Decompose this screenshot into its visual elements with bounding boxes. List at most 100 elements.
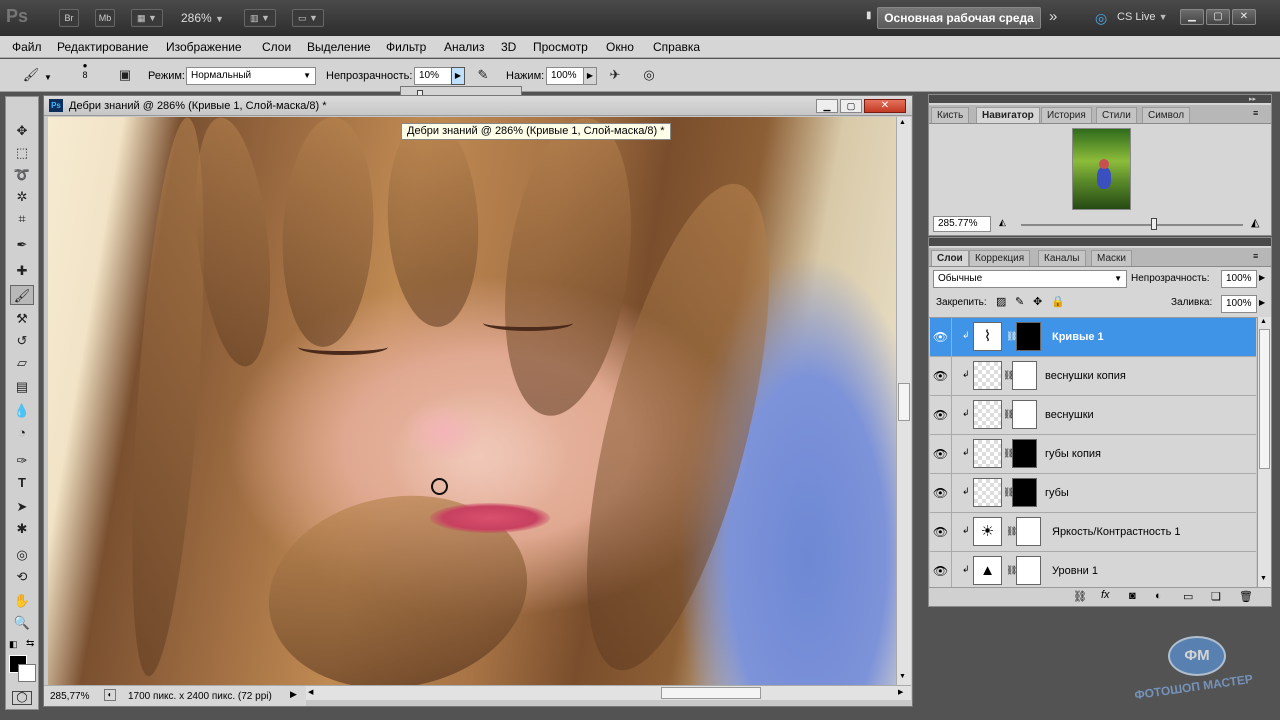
eraser-tool-icon[interactable]: ▱ — [10, 353, 34, 373]
menu-help[interactable]: Справка — [653, 40, 700, 54]
layer-name[interactable]: веснушки — [1045, 409, 1094, 421]
layer-mask-thumbnail[interactable] — [1012, 478, 1037, 507]
status-menu-arrow-icon[interactable]: ▶ — [290, 689, 297, 700]
quick-selection-tool-icon[interactable]: ✲ — [10, 187, 34, 207]
background-color-swatch[interactable] — [18, 664, 36, 682]
tablet-pressure-opacity-icon[interactable]: ✎ — [472, 64, 494, 86]
view-extras-button[interactable]: ▦ ▼ — [131, 9, 163, 27]
flow-input[interactable]: 100% — [546, 67, 584, 85]
tab-adjustments[interactable]: Коррекция — [969, 250, 1031, 266]
layer-mask-thumbnail[interactable] — [1016, 322, 1041, 351]
scroll-right-icon[interactable]: ▶ — [898, 688, 903, 696]
brush-tool-icon[interactable]: 🖌 — [10, 285, 34, 305]
tab-styles[interactable]: Стили — [1096, 107, 1137, 123]
fill-input[interactable]: 100% — [1221, 295, 1257, 313]
status-zoom-icon[interactable]: ◐ — [104, 689, 116, 701]
scroll-left-icon[interactable]: ◀ — [308, 688, 313, 696]
default-colors-icon[interactable]: ◧ — [9, 639, 18, 650]
zoom-in-icon[interactable]: ◭ — [1251, 216, 1259, 229]
menu-file[interactable]: Файл — [12, 40, 42, 54]
layer-row[interactable]: 👁 ↲ ⛓ веснушки — [930, 396, 1256, 435]
layer-mask-thumbnail[interactable] — [1016, 517, 1041, 546]
layer-mask-thumbnail[interactable] — [1016, 556, 1041, 585]
airbrush-icon[interactable]: ✈ — [604, 64, 626, 86]
visibility-eye-icon[interactable]: 👁 — [930, 513, 952, 551]
history-brush-tool-icon[interactable]: ↺ — [10, 331, 34, 351]
3d-orbit-tool-icon[interactable]: ⟲ — [10, 567, 34, 587]
opacity-input[interactable]: 10% — [414, 67, 452, 85]
image-canvas[interactable] — [48, 117, 896, 685]
menu-analysis[interactable]: Анализ — [444, 40, 485, 54]
vertical-scroll-thumb[interactable] — [898, 383, 910, 421]
menu-select[interactable]: Выделение — [307, 40, 371, 54]
menu-layers[interactable]: Слои — [262, 40, 291, 54]
visibility-eye-icon[interactable]: 👁 — [930, 318, 952, 356]
status-zoom-value[interactable]: 285,77% — [50, 691, 89, 702]
path-selection-tool-icon[interactable]: ➤ — [10, 497, 34, 517]
arrange-documents-button[interactable]: ▥ ▼ — [244, 9, 276, 27]
link-layers-icon[interactable]: ⛓ — [1073, 590, 1087, 603]
scroll-up-icon[interactable]: ▲ — [899, 119, 906, 126]
scroll-down-icon[interactable]: ▼ — [899, 673, 906, 680]
brush-panel-toggle-icon[interactable]: ▣ — [114, 64, 136, 86]
dodge-tool-icon[interactable]: ◔ — [10, 423, 34, 443]
new-group-icon[interactable]: ▭ — [1183, 590, 1193, 603]
swap-colors-icon[interactable]: ⇆ — [26, 638, 34, 649]
visibility-eye-icon[interactable]: 👁 — [930, 552, 952, 587]
layer-name[interactable]: Уровни 1 — [1052, 565, 1098, 577]
navigator-zoom-thumb[interactable] — [1151, 218, 1157, 230]
panel-collapse-icon[interactable]: ▸▸ — [1249, 95, 1256, 103]
fill-arrow-icon[interactable]: ▶ — [1259, 298, 1265, 307]
delete-layer-icon[interactable]: 🗑 — [1239, 590, 1253, 603]
tab-history[interactable]: История — [1041, 107, 1092, 123]
shape-tool-icon[interactable]: ✱ — [10, 519, 34, 539]
menu-window[interactable]: Окно — [606, 40, 634, 54]
horizontal-scrollbar[interactable]: ◀ ▶ — [306, 685, 911, 700]
pen-tool-icon[interactable]: ✑ — [10, 451, 34, 471]
brush-tool-preset-icon[interactable]: 🖌 — [20, 64, 42, 86]
scroll-down-icon[interactable]: ▼ — [1260, 575, 1267, 582]
tab-masks[interactable]: Маски — [1091, 250, 1132, 266]
layer-thumbnail[interactable] — [973, 361, 1002, 390]
visibility-eye-icon[interactable]: 👁 — [930, 396, 952, 434]
minimize-button[interactable]: ▁ — [1180, 9, 1204, 25]
eyedropper-tool-icon[interactable]: ✒ — [10, 235, 34, 255]
navigator-thumbnail[interactable] — [1072, 128, 1131, 210]
lock-pixels-icon[interactable]: ✎ — [1015, 295, 1024, 308]
brightness-contrast-icon[interactable]: ☀ — [973, 517, 1002, 546]
panel-menu-icon[interactable]: ≡ — [1253, 251, 1258, 261]
vertical-scrollbar[interactable]: ▲ ▼ — [896, 117, 911, 685]
horizontal-scroll-thumb[interactable] — [661, 687, 761, 699]
menu-filter[interactable]: Фильтр — [386, 40, 426, 54]
layer-row[interactable]: 👁 ↲ ☀ ⛓ Яркость/Контрастность 1 — [930, 513, 1256, 552]
brush-size-picker[interactable]: ● 8 — [70, 61, 100, 89]
menu-edit[interactable]: Редактирование — [57, 40, 148, 54]
zoom-level-select[interactable]: 286% ▼ — [181, 11, 224, 25]
layer-mask-thumbnail[interactable] — [1012, 439, 1037, 468]
close-button[interactable]: ✕ — [1232, 9, 1256, 25]
doc-maximize-button[interactable]: ▢ — [840, 99, 862, 113]
gradient-tool-icon[interactable]: ▤ — [10, 377, 34, 397]
add-mask-icon[interactable]: ◙ — [1129, 590, 1136, 602]
new-layer-icon[interactable]: ❏ — [1211, 590, 1221, 603]
layer-name[interactable]: губы — [1045, 487, 1069, 499]
tablet-pressure-size-icon[interactable]: ◎ — [638, 64, 660, 86]
status-document-info[interactable]: 1700 пикс. x 2400 пикс. (72 ppi) — [128, 691, 272, 702]
menu-image[interactable]: Изображение — [166, 40, 242, 54]
screen-mode-button[interactable]: ▭ ▼ — [292, 9, 324, 27]
document-title-bar[interactable]: Ps Дебри знаний @ 286% (Кривые 1, Слой-м… — [44, 96, 912, 116]
visibility-eye-icon[interactable]: 👁 — [930, 357, 952, 395]
navigator-zoom-input[interactable]: 285.77% — [933, 216, 991, 232]
healing-brush-tool-icon[interactable]: ✚ — [10, 261, 34, 281]
zoom-out-icon[interactable]: ◭ — [999, 217, 1006, 228]
layer-name[interactable]: губы копия — [1045, 448, 1101, 460]
tab-navigator[interactable]: Навигатор — [976, 107, 1040, 123]
layers-scrollbar[interactable]: ▲ ▼ — [1257, 317, 1271, 587]
layer-row[interactable]: 👁 ↲ ⛓ губы — [930, 474, 1256, 513]
levels-adjustment-icon[interactable]: ▲ — [973, 556, 1002, 585]
tab-layers[interactable]: Слои — [931, 250, 969, 266]
opacity-slider-toggle[interactable]: ▶ — [451, 67, 465, 85]
layer-thumbnail[interactable] — [973, 478, 1002, 507]
layer-mask-thumbnail[interactable] — [1012, 361, 1037, 390]
layer-row[interactable]: 👁 ↲ ▲ ⛓ Уровни 1 — [930, 552, 1256, 587]
